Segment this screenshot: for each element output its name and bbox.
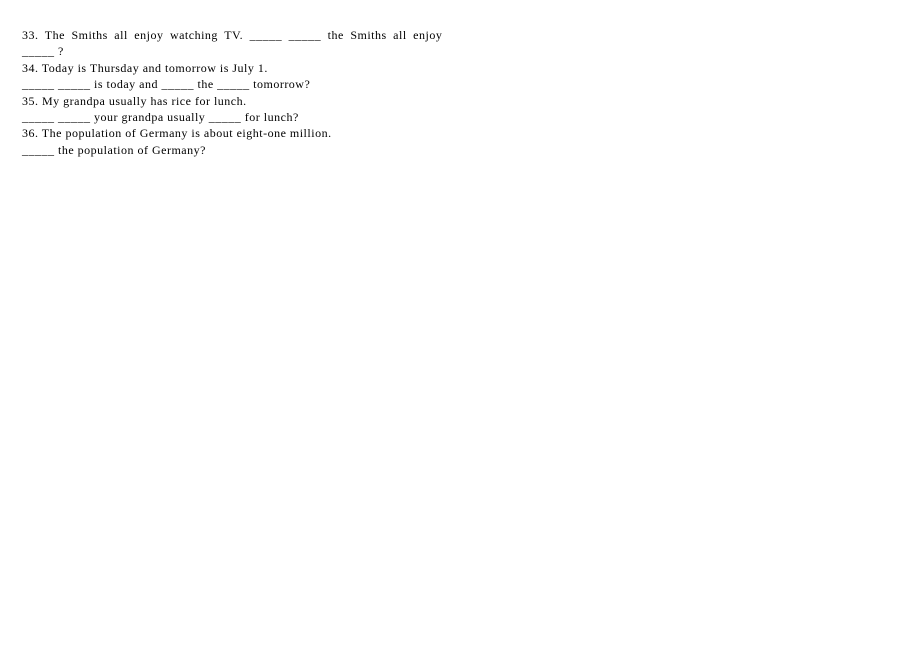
question-35-line-1: 35. My grandpa usually has rice for lunc… xyxy=(22,94,898,108)
question-35-line-2: _____ _____ your grandpa usually _____ f… xyxy=(22,110,898,124)
question-36-line-1: 36. The population of Germany is about e… xyxy=(22,126,898,140)
question-36-line-2: _____ the population of Germany? xyxy=(22,143,898,157)
question-33-line-2: _____ ? xyxy=(22,44,898,58)
question-33-line-1: 33. The Smiths all enjoy watching TV. __… xyxy=(22,28,898,42)
question-34-line-1: 34. Today is Thursday and tomorrow is Ju… xyxy=(22,61,898,75)
question-34-line-2: _____ _____ is today and _____ the _____… xyxy=(22,77,898,91)
